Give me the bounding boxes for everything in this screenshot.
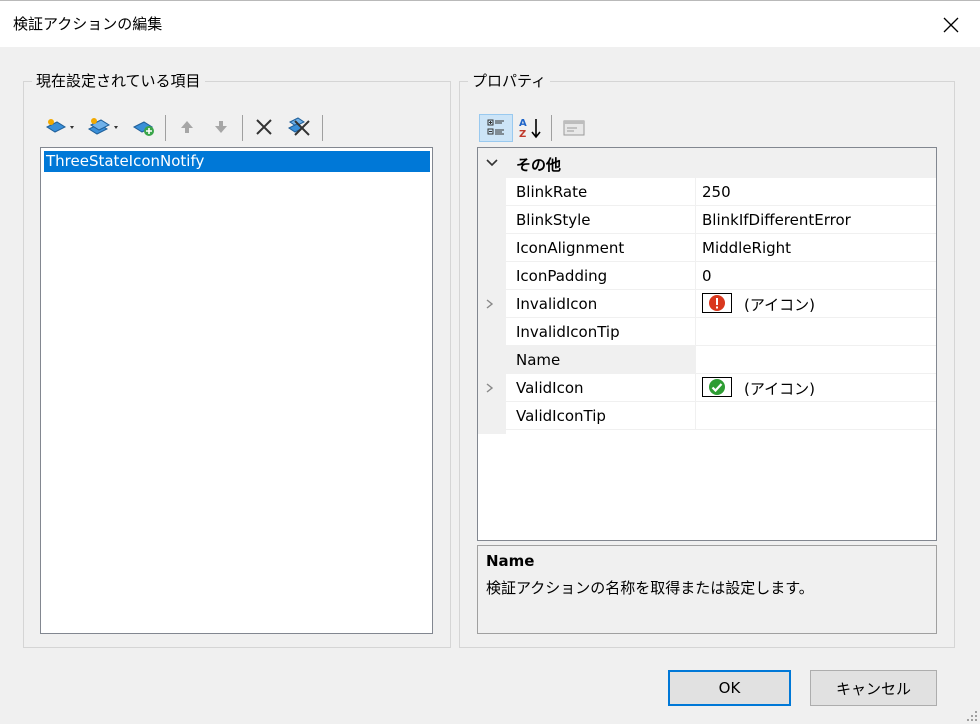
property-name: InvalidIcon [516, 295, 598, 313]
description-panel: Name 検証アクションの名称を取得または設定します。 [477, 545, 937, 634]
move-up-button[interactable] [174, 116, 200, 138]
property-row[interactable]: ValidIconTip [506, 402, 936, 430]
close-icon [943, 17, 959, 32]
property-name: ValidIconTip [516, 407, 606, 425]
chevron-right-icon[interactable] [482, 296, 496, 312]
property-row[interactable]: InvalidIconTip [506, 318, 936, 346]
close-button[interactable] [922, 1, 980, 48]
property-name: ValidIcon [516, 379, 584, 397]
property-value[interactable]: 0 [702, 267, 712, 285]
error-icon [709, 295, 725, 311]
add-dropdown-icon [45, 119, 74, 133]
property-row[interactable]: InvalidIcon (アイコン) [486, 290, 936, 318]
resize-grip-icon[interactable] [966, 710, 978, 722]
chevron-right-icon[interactable] [482, 380, 496, 396]
categorized-icon [487, 119, 504, 135]
svg-text:Z: Z [519, 129, 526, 140]
toolbar-separator [242, 115, 243, 141]
property-row[interactable]: Name [506, 346, 936, 374]
delete-all-button[interactable] [284, 116, 314, 138]
alphabetical-icon: A Z [519, 118, 541, 140]
description-title: Name [486, 552, 535, 570]
property-row[interactable]: IconAlignment MiddleRight [506, 234, 936, 262]
property-name: BlinkStyle [516, 211, 591, 229]
toolbar-separator [322, 115, 323, 141]
invalid-icon-preview [702, 293, 732, 313]
list-item[interactable]: ThreeStateIconNotify [44, 151, 430, 172]
toolbar-separator [165, 115, 166, 141]
property-value[interactable]: (アイコン) [744, 294, 815, 315]
add-multi-dropdown-icon [87, 118, 118, 135]
move-down-icon [215, 121, 227, 133]
property-value[interactable]: MiddleRight [702, 239, 791, 257]
alphabetical-button[interactable]: A Z [515, 114, 545, 142]
categorized-button[interactable] [479, 114, 513, 142]
property-value[interactable]: BlinkIfDifferentError [702, 211, 851, 229]
toolbar-separator [551, 115, 552, 141]
ok-button[interactable]: OK [668, 670, 791, 706]
title-bar: 検証アクションの編集 [0, 0, 980, 47]
cancel-button[interactable]: キャンセル [810, 670, 937, 706]
add-child-button[interactable] [128, 116, 160, 138]
property-pages-button[interactable] [558, 114, 590, 142]
property-row[interactable]: ValidIcon (アイコン) [486, 374, 936, 402]
delete-button[interactable] [250, 116, 278, 138]
current-items-label: 現在設定されている項目 [32, 70, 205, 91]
property-row[interactable]: IconPadding 0 [506, 262, 936, 290]
delete-icon [256, 119, 272, 135]
property-row[interactable]: BlinkStyle BlinkIfDifferentError [506, 206, 936, 234]
properties-label: プロパティ [468, 70, 551, 91]
move-down-button[interactable] [208, 116, 234, 138]
items-listbox[interactable]: ThreeStateIconNotify [40, 147, 433, 634]
property-name: Name [516, 351, 561, 369]
description-text: 検証アクションの名称を取得または設定します。 [486, 579, 814, 597]
move-up-icon [181, 121, 193, 133]
property-name: IconPadding [516, 267, 608, 285]
add-multi-dropdown-button[interactable] [84, 116, 124, 138]
property-name: IconAlignment [516, 239, 625, 257]
property-value[interactable]: 250 [702, 183, 731, 201]
category-label: その他 [516, 156, 562, 174]
check-icon [709, 379, 725, 395]
property-grid[interactable]: その他 BlinkRate 250 BlinkStyle BlinkIfDiff… [477, 147, 937, 541]
svg-text:A: A [519, 118, 527, 129]
chevron-down-icon [486, 159, 498, 167]
property-row[interactable]: BlinkRate 250 [506, 178, 936, 206]
property-pages-icon [563, 120, 585, 136]
property-name: BlinkRate [516, 183, 588, 201]
delete-all-icon [288, 117, 310, 136]
valid-icon-preview [702, 377, 732, 397]
window-title: 検証アクションの編集 [13, 15, 163, 33]
add-dropdown-button[interactable] [42, 116, 80, 138]
add-child-icon [132, 121, 154, 136]
property-value[interactable]: (アイコン) [744, 378, 815, 399]
property-name: InvalidIconTip [516, 323, 620, 341]
category-row[interactable]: その他 [478, 148, 936, 178]
